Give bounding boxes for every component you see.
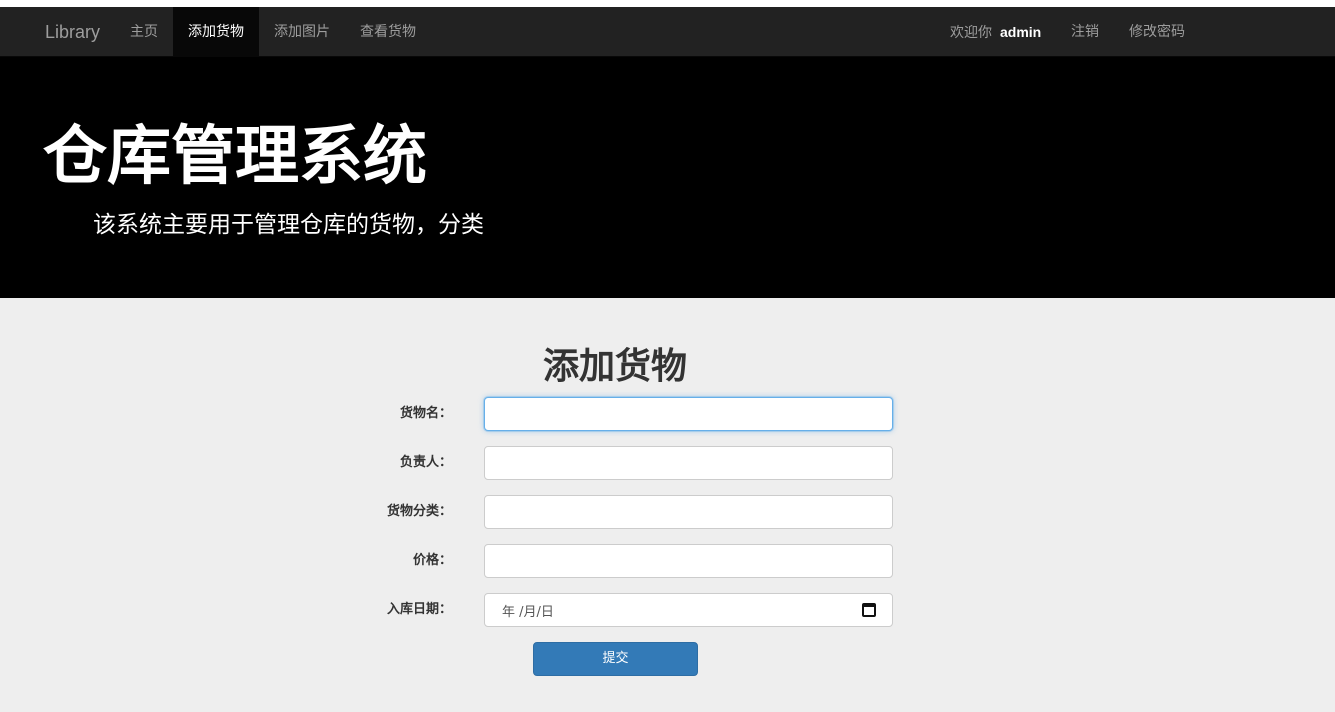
jumbotron: 仓库管理系统 该系统主要用于管理仓库的货物，分类 [0,57,1335,298]
goods-name-label: 货物名： [399,406,452,421]
storage-date-label: 入库日期： [386,602,452,617]
goods-category-label: 货物分类： [386,504,452,519]
system-title: 仓库管理系统 [43,120,427,194]
system-subtitle: 该系统主要用于管理仓库的货物，分类 [93,212,484,238]
nav-item-view-goods[interactable]: 查看货物 [345,7,431,57]
storage-date-input[interactable]: 年 /月/日 [484,593,893,627]
logout-link[interactable]: 注销 [1056,7,1114,57]
goods-category-input[interactable] [484,495,893,529]
top-navbar: Library 主页 添加货物 添加图片 查看货物 欢迎你 admin 注销 修改… [0,7,1335,57]
navbar-brand[interactable]: Library [45,7,100,57]
goods-name-input[interactable] [484,397,893,431]
change-password-link[interactable]: 修改密码 [1114,7,1200,57]
submit-button[interactable]: 提交 [533,642,698,676]
person-in-charge-input[interactable] [484,446,893,480]
date-placeholder: 年 /月/日 [502,604,554,620]
price-label: 价格： [412,553,452,568]
price-input[interactable] [484,544,893,578]
calendar-icon[interactable] [862,603,876,617]
window-top-strip [0,0,1335,7]
person-in-charge-label: 负责人： [399,455,452,470]
welcome-text: 欢迎你 admin [950,7,1041,57]
username: admin [1000,24,1042,40]
nav-item-add-goods[interactable]: 添加货物 [173,7,259,57]
welcome-prefix: 欢迎你 [950,25,992,41]
nav-item-home[interactable]: 主页 [115,7,173,57]
form-title: 添加货物 [542,346,687,387]
nav-item-add-image[interactable]: 添加图片 [259,7,345,57]
